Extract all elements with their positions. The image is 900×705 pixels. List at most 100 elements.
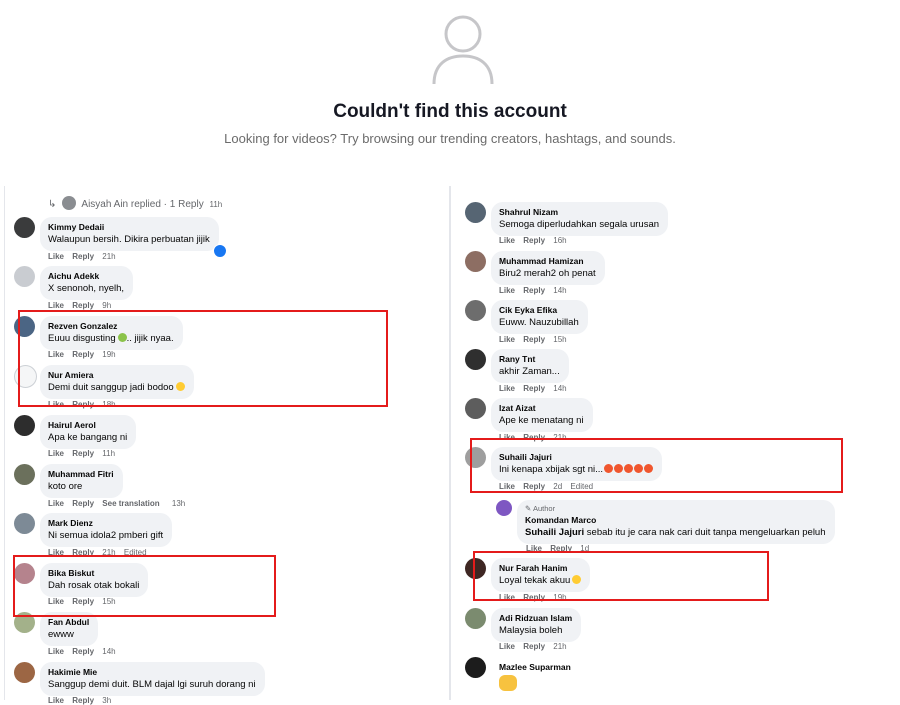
reply-arrow-icon: ↳	[48, 199, 57, 210]
avatar[interactable]	[14, 217, 35, 238]
reply-button[interactable]: Reply	[72, 696, 94, 705]
comment-bubble: Hakimie Mie Sanggup demi duit. BLM dajal…	[40, 662, 265, 696]
like-button[interactable]: Like	[48, 499, 64, 508]
comment-time[interactable]: 13h	[172, 499, 185, 508]
commenter-name[interactable]: Shahrul Nizam	[499, 206, 659, 218]
comment-time[interactable]: 9h	[102, 301, 111, 310]
like-button[interactable]: Like	[48, 449, 64, 458]
commenter-name[interactable]: Fan Abdul	[48, 616, 89, 628]
like-button[interactable]: Like	[48, 301, 64, 310]
avatar[interactable]	[465, 608, 486, 629]
avatar[interactable]	[14, 266, 35, 287]
like-button[interactable]: Like	[499, 236, 515, 245]
commenter-name[interactable]: Adi Ridzuan Islam	[499, 612, 572, 624]
commenter-name[interactable]: Izat Aizat	[499, 402, 584, 414]
highlight-box	[18, 310, 388, 407]
avatar[interactable]	[14, 415, 35, 436]
like-button[interactable]: Like	[499, 642, 515, 651]
comment-bubble: Aichu Adekk X senonoh, nyelh,	[40, 266, 134, 300]
like-button[interactable]: Like	[48, 252, 64, 261]
comment-time[interactable]: 16h	[553, 236, 566, 245]
reply-button[interactable]: Reply	[72, 252, 94, 261]
comment-actions: Like Reply 14h	[499, 384, 573, 393]
reply-button[interactable]: Reply	[523, 335, 545, 344]
comment-bubble: Muhammad Hamizan Biru2 merah2 oh penat	[491, 251, 605, 285]
reply-button[interactable]: Reply	[523, 642, 545, 651]
view-replies-link[interactable]: ↳ Aisyah Ain replied · 1 Reply 11h	[48, 196, 222, 210]
comment-bubble: Izat Aizat Ape ke menatang ni	[491, 398, 593, 432]
reply-button[interactable]: Reply	[72, 449, 94, 458]
comment-actions: Like Reply 16h	[499, 236, 573, 245]
comment-text: Ni semua idola2 pmberi gift	[48, 530, 164, 541]
highlight-box	[473, 551, 769, 601]
like-reaction-icon[interactable]	[213, 244, 227, 258]
comment-actions: Like Reply See translation 13h	[48, 499, 191, 508]
highlight-box	[470, 438, 843, 493]
comment-time[interactable]: 11h	[102, 449, 115, 458]
reply-button[interactable]: Reply	[72, 647, 94, 656]
like-button[interactable]: Like	[499, 384, 515, 393]
comment-bubble: Fan Abdul ewww	[40, 612, 99, 646]
avatar[interactable]	[496, 500, 512, 516]
like-button[interactable]: Like	[499, 286, 515, 295]
commenter-name[interactable]: Mazlee Suparman	[499, 661, 571, 673]
avatar[interactable]	[14, 464, 35, 485]
comment-actions: Like Reply 11h	[48, 449, 121, 458]
author-tag-label: Author	[532, 504, 556, 513]
commenter-name[interactable]: Aichu Adekk	[48, 270, 124, 282]
reply-button[interactable]: Reply	[72, 301, 94, 310]
comment-actions: Like Reply 15h	[499, 335, 573, 344]
commenter-name[interactable]: Kimmy Dedaii	[48, 221, 210, 233]
comment-text: ewww	[48, 629, 74, 640]
comment-time[interactable]: 21h	[102, 252, 115, 261]
comment-time[interactable]: 14h	[102, 647, 115, 656]
commenter-name[interactable]: Komandan Marco	[525, 514, 826, 526]
user-placeholder-icon	[432, 15, 494, 85]
avatar[interactable]	[14, 513, 35, 534]
reply-button[interactable]: Reply	[72, 499, 94, 508]
like-button[interactable]: Like	[48, 696, 64, 705]
mention-link[interactable]: Suhaili Jajuri	[525, 527, 584, 538]
reply-button[interactable]: Reply	[523, 236, 545, 245]
like-button[interactable]: Like	[48, 647, 64, 656]
avatar[interactable]	[465, 398, 486, 419]
see-translation-link[interactable]: See translation	[102, 499, 159, 508]
reply-summary-text: Aisyah Ain replied · 1 Reply	[81, 199, 204, 210]
commenter-name[interactable]: Hakimie Mie	[48, 666, 256, 678]
comment-time[interactable]: 14h	[553, 384, 566, 393]
comment-bubble: ✎ Author Komandan Marco Suhaili Jajuri s…	[517, 500, 835, 544]
comment-time[interactable]: 3h	[102, 696, 111, 705]
comment-actions: Like Reply 21h	[48, 252, 122, 261]
page-title: Couldn't find this account	[333, 101, 567, 122]
comment-actions: Like Reply 14h	[499, 286, 573, 295]
commenter-name[interactable]: Rany Tnt	[499, 353, 560, 365]
avatar[interactable]	[465, 349, 486, 370]
comment-actions: Like Reply 14h	[48, 647, 122, 656]
comment-text: Malaysia boleh	[499, 625, 563, 636]
commenter-name[interactable]: Mark Dienz	[48, 517, 163, 529]
commenter-name[interactable]: Muhammad Hamizan	[499, 255, 596, 267]
clapping-hands-emoji-icon	[499, 675, 517, 691]
commenter-name[interactable]: Hairul Aerol	[48, 419, 127, 431]
comment-bubble: Rany Tnt akhir Zaman...	[491, 349, 569, 383]
comment-actions: Like Reply 21h	[499, 642, 573, 651]
comment-text: Sanggup demi duit. BLM dajal lgi suruh d…	[48, 679, 256, 690]
comment-text: Apa ke bangang ni	[48, 432, 128, 443]
comment-time[interactable]: 21h	[553, 642, 566, 651]
reply-button[interactable]: Reply	[523, 384, 545, 393]
avatar[interactable]	[14, 662, 35, 683]
account-not-found-panel: Couldn't find this account Looking for v…	[0, 0, 900, 185]
commenter-name[interactable]: Cik Eyka Efika	[499, 304, 579, 316]
comment-time[interactable]: 14h	[553, 286, 566, 295]
avatar[interactable]	[465, 202, 486, 223]
commenter-name[interactable]: Muhammad Fitri	[48, 468, 114, 480]
avatar[interactable]	[465, 657, 486, 678]
avatar[interactable]	[465, 300, 486, 321]
reply-button[interactable]: Reply	[523, 286, 545, 295]
like-button[interactable]: Like	[499, 335, 515, 344]
comment-time[interactable]: 15h	[553, 335, 566, 344]
reply-time: 11h	[209, 200, 223, 209]
avatar[interactable]	[465, 251, 486, 272]
page-subtitle: Looking for videos? Try browsing our tre…	[224, 131, 676, 146]
comment-actions: Like Reply 9h	[48, 301, 117, 310]
